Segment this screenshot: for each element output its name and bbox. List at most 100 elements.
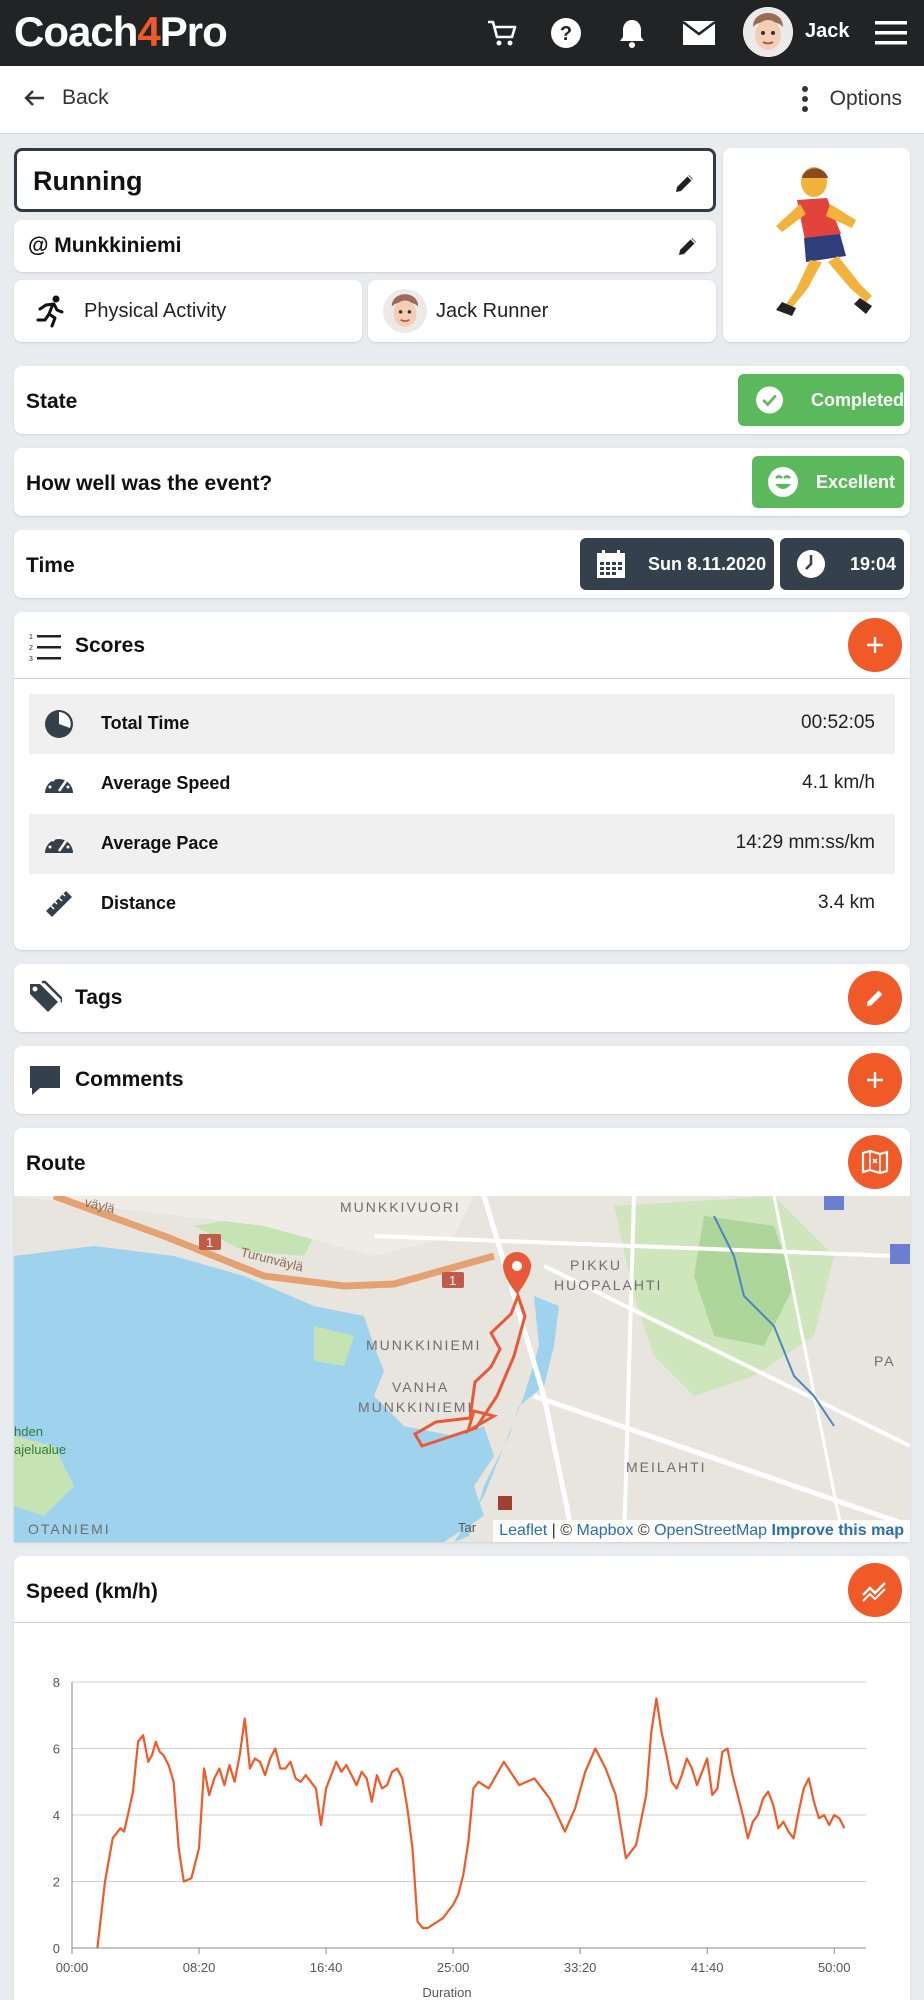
chart-options-button[interactable] [848, 1563, 902, 1617]
comment-bubble-icon [30, 1066, 60, 1095]
map-label: hden [14, 1424, 43, 1439]
options-label: Options [829, 87, 902, 110]
time-label: Time [26, 554, 75, 577]
date-value: Sun 8.11.2020 [648, 553, 767, 574]
map-label: ajelualue [14, 1442, 66, 1457]
plus-icon [867, 1072, 883, 1088]
plus-icon [867, 637, 883, 653]
athlete-avatar [383, 289, 427, 333]
score-name: Average Speed [101, 773, 231, 793]
rating-row: How well was the event? Excellent [14, 448, 910, 516]
options-button[interactable]: Options [801, 86, 902, 112]
speedometer-icon [45, 835, 73, 853]
score-value: 00:52:05 [801, 712, 875, 733]
bell-icon[interactable] [612, 13, 652, 53]
map-label: HUOPALAHTI [554, 1277, 662, 1293]
add-score-button[interactable] [848, 618, 902, 672]
event-location: @ Munkkiniemi [28, 234, 182, 257]
score-row-total-time[interactable]: Total Time 00:52:05 [29, 694, 895, 754]
svg-text:1: 1 [29, 634, 33, 641]
state-label: State [26, 390, 78, 413]
map-label: MUNKKIVUORI [340, 1199, 461, 1215]
map-label: PIKKU [570, 1257, 622, 1273]
add-comment-button[interactable] [848, 1053, 902, 1107]
tags-title: Tags [75, 986, 123, 1009]
help-icon[interactable]: ? [546, 13, 586, 53]
navigation-bar: Back Options [0, 66, 924, 134]
speed-chart-title: Speed (km/h) [26, 1580, 158, 1603]
clock-icon [797, 550, 825, 578]
ruler-icon [46, 891, 72, 917]
mail-icon[interactable] [679, 13, 719, 53]
athlete-chip[interactable]: Jack Runner [368, 280, 716, 342]
category-label: Physical Activity [84, 300, 227, 322]
comments-title: Comments [75, 1068, 184, 1091]
edit-title-icon[interactable] [673, 171, 697, 195]
user-avatar[interactable] [743, 7, 793, 57]
map-label: 1 [206, 1235, 213, 1250]
time-row: Time Sun 8.11.2020 19:04 [14, 530, 910, 598]
map-label: Tar [458, 1520, 477, 1535]
svg-text:3: 3 [29, 656, 33, 663]
arrow-left-icon [24, 90, 44, 106]
category-chip[interactable]: Physical Activity [14, 280, 362, 342]
hamburger-menu-icon[interactable] [871, 13, 911, 53]
numbered-list-icon: 1 2 3 [29, 634, 61, 663]
map-label: VANHA [392, 1379, 449, 1395]
map-tiles: MUNKKIVUORI PIKKU HUOPALAHTI MUNKKINIEMI… [14, 1196, 910, 1542]
clock-pie-icon [45, 710, 73, 738]
map-label: MUNKKINIEMI [358, 1399, 473, 1415]
route-title: Route [26, 1152, 86, 1175]
edit-tags-button[interactable] [848, 971, 902, 1025]
svg-text:2: 2 [29, 645, 33, 652]
map-attribution: Leaflet | © Mapbox © OpenStreetMap Impro… [493, 1520, 910, 1542]
back-label: Back [62, 86, 109, 109]
speed-chart-card: Speed (km/h) [14, 1556, 910, 2000]
time-picker-button[interactable]: 19:04 [780, 538, 904, 590]
username[interactable]: Jack [805, 20, 850, 43]
date-picker-button[interactable]: Sun 8.11.2020 [580, 538, 774, 590]
score-row-average-pace[interactable]: Average Pace 14:29 mm:ss/km [29, 814, 895, 874]
athlete-name: Jack Runner [436, 300, 549, 322]
running-figure-icon [36, 295, 64, 328]
tags-icon [30, 980, 62, 1012]
event-title-field[interactable]: Running [14, 148, 716, 212]
state-completed-button[interactable]: Completed [738, 374, 904, 426]
map-view-button[interactable] [848, 1135, 902, 1189]
map-label: OTANIEMI [28, 1521, 111, 1537]
pencil-icon [866, 990, 883, 1007]
score-value: 4.1 km/h [802, 772, 875, 793]
smiley-icon [768, 467, 798, 497]
runner-illustration [775, 167, 872, 316]
rating-excellent-button[interactable]: Excellent [752, 456, 904, 508]
map-label: MUNKKINIEMI [366, 1337, 481, 1353]
score-row-distance[interactable]: Distance 3.4 km [29, 874, 895, 934]
event-location-field[interactable]: @ Munkkiniemi [14, 220, 716, 272]
event-title: Running [33, 166, 143, 196]
edit-location-icon[interactable] [676, 234, 700, 258]
mapbox-link[interactable]: Mapbox [577, 1522, 634, 1539]
app-logo[interactable]: Coach4Pro [14, 8, 228, 56]
state-row: State Completed [14, 366, 910, 434]
leaflet-link[interactable]: Leaflet [499, 1522, 547, 1539]
activity-image[interactable] [723, 148, 910, 342]
score-name: Total Time [101, 713, 190, 733]
score-name: Average Pace [101, 833, 219, 853]
route-map[interactable]: MUNKKIVUORI PIKKU HUOPALAHTI MUNKKINIEMI… [14, 1196, 910, 1542]
time-value: 19:04 [850, 553, 897, 574]
calendar-icon [597, 550, 625, 578]
tags-card: Tags [14, 964, 910, 1032]
score-name: Distance [101, 893, 177, 913]
speedometer-icon [45, 775, 73, 793]
kebab-menu-icon [801, 86, 808, 112]
svg-text:?: ? [560, 23, 572, 45]
improve-map-link[interactable]: Improve this map [772, 1522, 904, 1539]
cart-icon[interactable] [482, 13, 522, 53]
score-row-average-speed[interactable]: Average Speed 4.1 km/h [29, 754, 895, 814]
top-bar: Coach4Pro ? Jack [0, 0, 924, 66]
rating-label: How well was the event? [26, 472, 273, 495]
osm-link[interactable]: OpenStreetMap [654, 1522, 767, 1539]
map-label: PA [874, 1353, 896, 1369]
back-button[interactable]: Back [24, 86, 109, 110]
comments-card: Comments [14, 1046, 910, 1114]
